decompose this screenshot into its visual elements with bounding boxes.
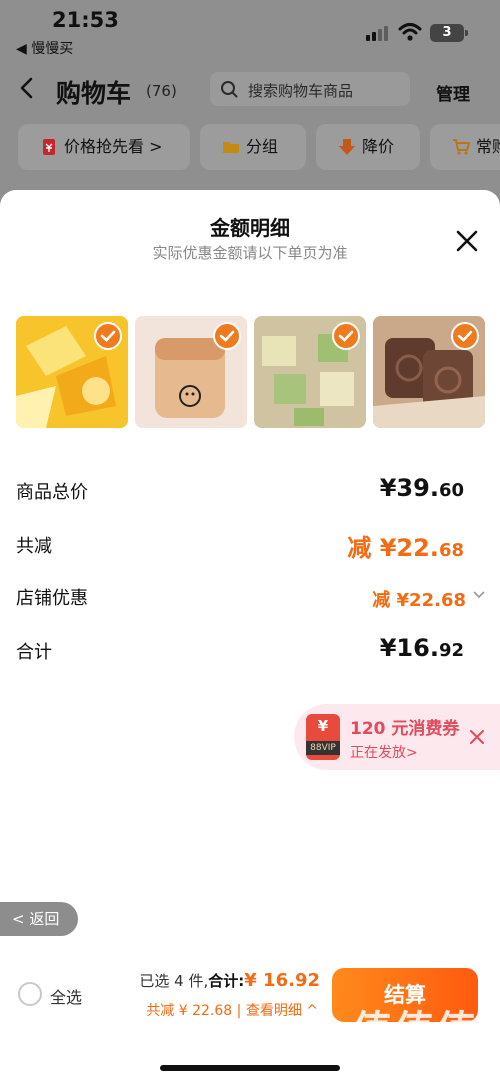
down-arrow-icon: [339, 139, 355, 155]
chip-label: 价格抢先看 >: [64, 137, 163, 156]
product-thumb-dried-lemon[interactable]: [16, 316, 128, 428]
sheet-title: 金额明细: [210, 216, 290, 240]
selected-check-icon[interactable]: [451, 322, 479, 350]
watermark-site: zhizhizhi.com: [354, 1054, 469, 1072]
product-thumbnails: [16, 316, 486, 428]
watermark: 值值值 zhizhizhi.com: [352, 998, 492, 1078]
cart-icon: [453, 139, 470, 155]
home-indicator[interactable]: [160, 1065, 340, 1071]
watermark-logo: 值值值: [352, 1008, 478, 1054]
back-arrow-icon[interactable]: [16, 76, 38, 100]
selected-check-icon[interactable]: [332, 322, 360, 350]
view-detail-link[interactable]: 共减 ¥ 22.68 | 查看明细 ^: [146, 1000, 318, 1020]
row-goods-total: 商品总价 ¥39.60: [0, 470, 500, 510]
row-shop-discount[interactable]: 店铺优惠 减 ¥22.68: [0, 576, 500, 616]
total-reduce-label: 共减: [16, 536, 52, 557]
sum-amount: ¥16.92: [379, 634, 464, 662]
chip-price-preview[interactable]: 价格抢先看 >: [18, 124, 190, 170]
chip-label: 分组: [246, 137, 279, 156]
search-input[interactable]: 搜索购物车商品: [210, 72, 410, 106]
goods-total-label: 商品总价: [16, 482, 88, 503]
close-icon[interactable]: [468, 728, 486, 746]
manage-button[interactable]: 管理: [436, 80, 470, 105]
sum-label: 合计: [16, 642, 52, 663]
shop-discount-label: 店铺优惠: [16, 588, 88, 609]
back-to-app-link[interactable]: ◀ 慢慢买: [16, 38, 73, 58]
filter-chips: 价格抢先看 > 分组 降价 常购: [0, 124, 500, 172]
folder-icon: [223, 142, 239, 153]
chip-group[interactable]: 分组: [200, 124, 306, 170]
close-icon[interactable]: [452, 226, 482, 256]
product-thumb-chocolate-bread[interactable]: [373, 316, 485, 428]
sheet-subtitle: 实际优惠金额请以下单页为准: [152, 244, 348, 262]
chip-label: 降价: [362, 137, 395, 156]
chip-price-drop[interactable]: 降价: [316, 124, 420, 170]
amount-detail-sheet: 金额明细 实际优惠金额请以下单页为准 商品总价 ¥39.60 共减 减 ¥22.…: [0, 190, 500, 1081]
selection-summary: 已选 4 件,合计:¥ 16.92: [139, 970, 320, 991]
vip-badge-icon: ¥ 88VIP: [306, 714, 340, 760]
status-bar: 21:53 ◀ 慢慢买 3: [0, 0, 500, 62]
vip-coupon-link[interactable]: 正在发放>: [350, 742, 418, 762]
select-all-radio[interactable]: [18, 982, 42, 1006]
page-title: 购物车: [56, 79, 132, 108]
wifi-icon: [398, 23, 422, 41]
chevron-down-icon[interactable]: [472, 590, 486, 600]
search-icon: [221, 81, 238, 98]
selected-check-icon[interactable]: [213, 322, 241, 350]
return-button[interactable]: < 返回: [0, 902, 78, 936]
product-thumb-mung-bean-cake[interactable]: [254, 316, 366, 428]
selected-check-icon[interactable]: [94, 322, 122, 350]
battery-icon: 3: [430, 24, 468, 42]
status-time: 21:53: [52, 8, 119, 32]
search-placeholder: 搜索购物车商品: [248, 82, 354, 100]
vip-coupon-banner[interactable]: ¥ 88VIP 120 元消费券 正在发放>: [294, 704, 500, 770]
row-sum: 合计 ¥16.92: [0, 630, 500, 670]
row-total-reduce: 共减 减 ¥22.68: [0, 524, 500, 564]
cellular-signal-icon: [366, 25, 392, 41]
select-all-label[interactable]: 全选: [50, 984, 82, 1008]
chip-label: 常购: [476, 137, 500, 156]
cart-header: 购物车 (76) 搜索购物车商品 管理: [0, 62, 500, 118]
goods-total-amount: ¥39.60: [379, 474, 464, 502]
chip-frequent[interactable]: 常购: [430, 124, 500, 170]
price-tag-icon: [43, 139, 55, 155]
product-thumb-bread[interactable]: [135, 316, 247, 428]
vip-coupon-title: 120 元消费券: [350, 719, 460, 739]
total-reduce-amount: 减 ¥22.68: [347, 534, 464, 562]
cart-count: (76): [146, 82, 177, 100]
shop-discount-amount: 减 ¥22.68: [372, 590, 466, 611]
